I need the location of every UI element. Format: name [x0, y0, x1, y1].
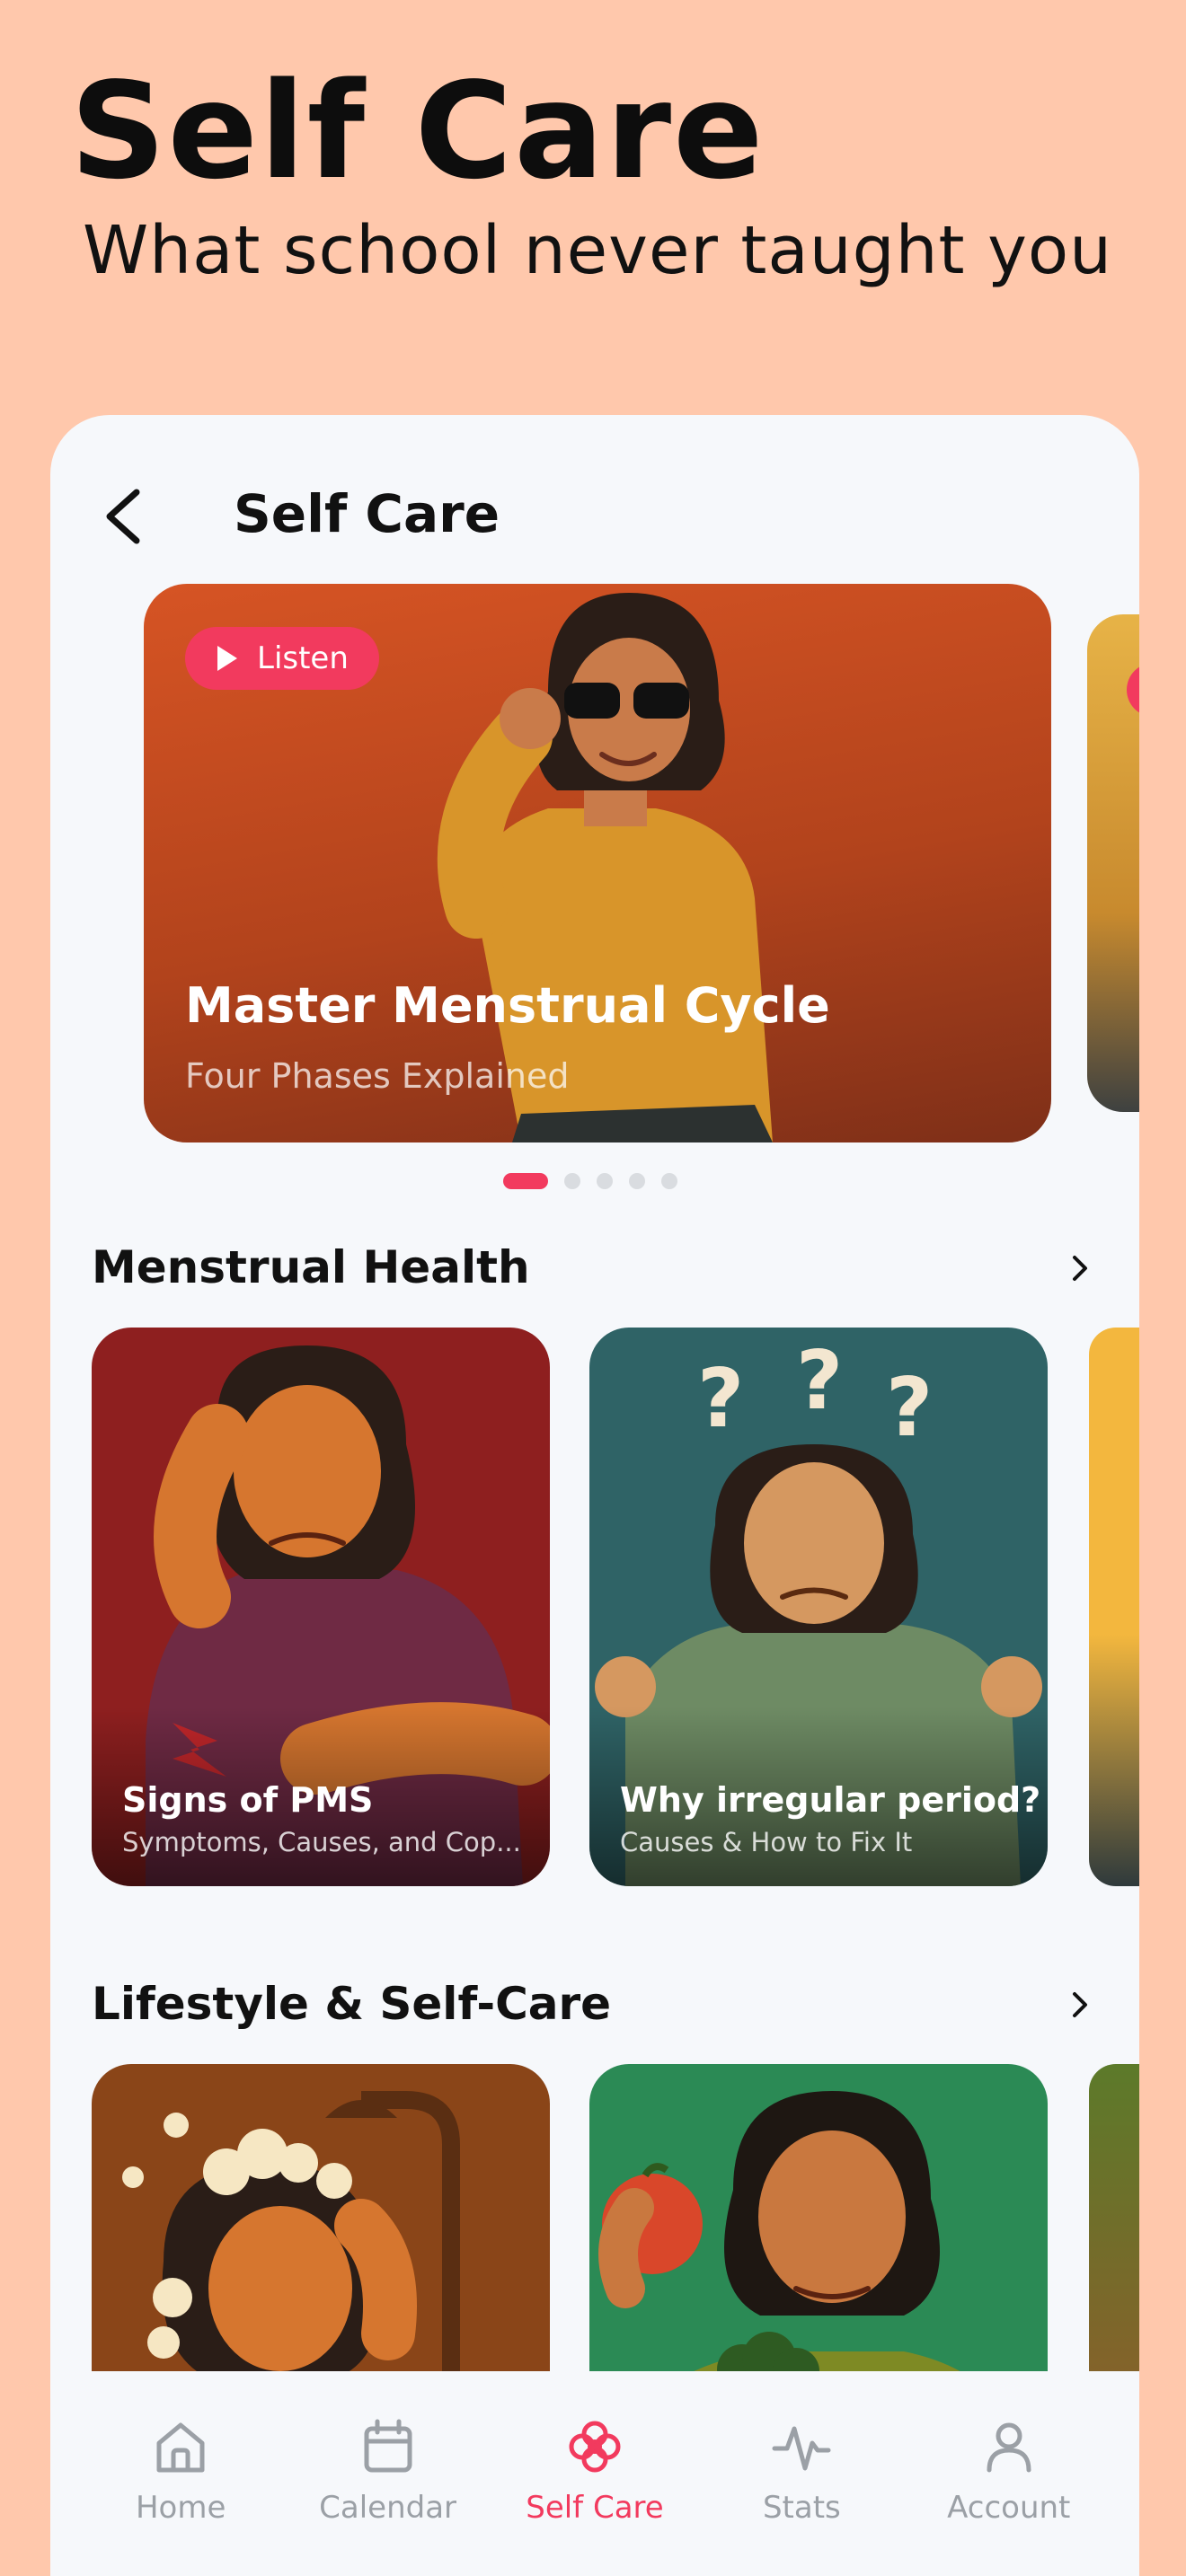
tab-label: Calendar [319, 2490, 457, 2526]
carousel-pagination [503, 1173, 677, 1189]
card-title: Why irregular period? [620, 1780, 1041, 1820]
chevron-right-icon[interactable] [1062, 1250, 1098, 1286]
bottom-tab-bar: Home Calendar Self Care Stats Account [50, 2371, 1139, 2576]
tab-calendar[interactable]: Calendar [298, 2371, 478, 2576]
hero-title: Self Care [70, 54, 766, 208]
pulse-icon [772, 2426, 831, 2471]
section-title: Lifestyle & Self-Care [92, 1978, 612, 2030]
next-featured-card[interactable] [1087, 614, 1139, 1112]
tab-label: Stats [762, 2490, 841, 2526]
screen-title: Self Care [234, 483, 500, 544]
card-why-irregular-period[interactable]: ? ? ? Why irregular period? Causes & How… [589, 1328, 1048, 1886]
listen-button[interactable]: Listen [185, 627, 379, 690]
section-header-menstrual-health: Menstrual Health [92, 1241, 1098, 1304]
page-dot[interactable] [661, 1173, 677, 1189]
svg-text:?: ? [886, 1361, 933, 1455]
featured-subtitle: Four Phases Explained [185, 1056, 570, 1096]
chevron-left-icon [106, 489, 140, 544]
page-dot[interactable] [597, 1173, 613, 1189]
tab-stats[interactable]: Stats [712, 2371, 891, 2576]
tab-label: Home [135, 2490, 226, 2526]
card-subtitle: Causes & How to Fix It [620, 1827, 913, 1857]
card-subtitle: Symptoms, Causes, and Cop... [122, 1827, 521, 1857]
calendar-icon [364, 2419, 412, 2473]
card-signs-of-pms[interactable]: Signs of PMS Symptoms, Causes, and Cop..… [92, 1328, 550, 1886]
svg-text:?: ? [697, 1352, 744, 1446]
flower-icon [569, 2421, 621, 2473]
tab-account[interactable]: Account [919, 2371, 1099, 2576]
home-icon [156, 2422, 205, 2473]
featured-card[interactable]: Listen Master Menstrual Cycle Four Phase… [144, 584, 1051, 1142]
card-peek[interactable] [1089, 1328, 1139, 1886]
card-title: Signs of PMS [122, 1780, 374, 1820]
tab-home[interactable]: Home [91, 2371, 270, 2576]
featured-title: Master Menstrual Cycle [185, 977, 830, 1034]
tab-self-care[interactable]: Self Care [505, 2371, 685, 2576]
listen-label: Listen [257, 640, 349, 676]
back-button[interactable] [97, 485, 151, 548]
app-screen: Self Care Listen Master Menstrual Cycle … [50, 415, 1139, 2576]
hero-subtitle: What school never taught you [83, 212, 1113, 289]
page-dot-active[interactable] [503, 1173, 548, 1189]
section-title: Menstrual Health [92, 1241, 530, 1293]
next-card-badge [1127, 663, 1139, 717]
play-icon [217, 646, 237, 671]
person-icon [987, 2422, 1031, 2473]
svg-text:?: ? [796, 1334, 843, 1428]
tab-label: Self Care [526, 2490, 664, 2526]
top-bar: Self Care [50, 415, 1139, 595]
chevron-right-icon[interactable] [1062, 1987, 1098, 2023]
section-header-lifestyle: Lifestyle & Self-Care [92, 1978, 1098, 2041]
tab-label: Account [947, 2490, 1071, 2526]
page-dot[interactable] [564, 1173, 580, 1189]
page-dot[interactable] [629, 1173, 645, 1189]
featured-carousel[interactable]: Listen Master Menstrual Cycle Four Phase… [144, 584, 1139, 1159]
